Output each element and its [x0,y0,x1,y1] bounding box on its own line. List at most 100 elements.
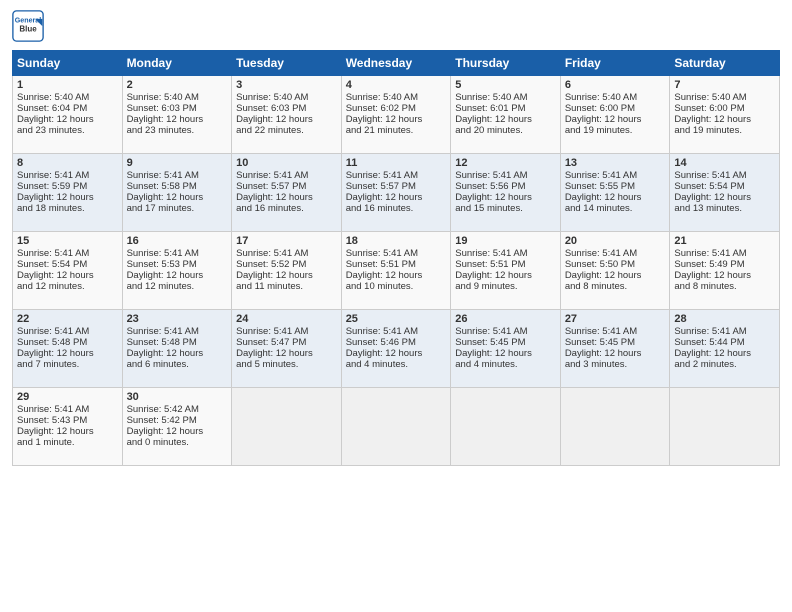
cell-line: Sunrise: 5:41 AM [17,170,118,181]
cell-line: Sunset: 5:55 PM [565,181,666,192]
day-number: 16 [127,235,228,247]
day-number: 6 [565,79,666,91]
calendar-cell: 11Sunrise: 5:41 AMSunset: 5:57 PMDayligh… [341,154,451,232]
cell-line: Sunset: 5:51 PM [346,259,447,270]
day-number: 29 [17,391,118,403]
calendar-body: 1Sunrise: 5:40 AMSunset: 6:04 PMDaylight… [13,76,780,466]
cell-line: Sunrise: 5:40 AM [674,92,775,103]
cell-line: Sunset: 5:56 PM [455,181,556,192]
logo-icon: General Blue [12,10,44,42]
cell-line: Sunset: 5:48 PM [127,337,228,348]
cell-line: Sunset: 6:04 PM [17,103,118,114]
cell-line: and 16 minutes. [346,203,447,214]
day-number: 24 [236,313,337,325]
cell-line: Sunrise: 5:40 AM [236,92,337,103]
cell-line: Daylight: 12 hours [127,426,228,437]
cell-line: Sunset: 5:53 PM [127,259,228,270]
cell-line: Sunrise: 5:41 AM [236,248,337,259]
day-number: 25 [346,313,447,325]
calendar-cell: 7Sunrise: 5:40 AMSunset: 6:00 PMDaylight… [670,76,780,154]
cell-line: Daylight: 12 hours [127,270,228,281]
cell-line: Sunset: 5:59 PM [17,181,118,192]
cell-line: Sunrise: 5:41 AM [565,248,666,259]
svg-text:Blue: Blue [19,24,37,33]
cell-line: and 7 minutes. [17,359,118,370]
cell-line: Daylight: 12 hours [17,270,118,281]
cell-line: Daylight: 12 hours [674,348,775,359]
day-number: 15 [17,235,118,247]
dow-header-sunday: Sunday [13,51,123,76]
cell-line: and 19 minutes. [674,125,775,136]
calendar-cell: 18Sunrise: 5:41 AMSunset: 5:51 PMDayligh… [341,232,451,310]
calendar-cell: 22Sunrise: 5:41 AMSunset: 5:48 PMDayligh… [13,310,123,388]
cell-line: Sunrise: 5:41 AM [17,326,118,337]
day-number: 18 [346,235,447,247]
calendar-cell: 6Sunrise: 5:40 AMSunset: 6:00 PMDaylight… [560,76,670,154]
cell-line: Daylight: 12 hours [674,114,775,125]
day-number: 9 [127,157,228,169]
cell-line: Daylight: 12 hours [346,114,447,125]
cell-line: Daylight: 12 hours [236,114,337,125]
cell-line: Sunset: 5:54 PM [674,181,775,192]
calendar-cell: 14Sunrise: 5:41 AMSunset: 5:54 PMDayligh… [670,154,780,232]
day-number: 30 [127,391,228,403]
cell-line: Sunrise: 5:41 AM [455,248,556,259]
calendar-cell: 19Sunrise: 5:41 AMSunset: 5:51 PMDayligh… [451,232,561,310]
cell-line: and 12 minutes. [127,281,228,292]
dow-header-monday: Monday [122,51,232,76]
cell-line: and 8 minutes. [565,281,666,292]
cell-line: Sunrise: 5:40 AM [455,92,556,103]
cell-line: Sunrise: 5:41 AM [127,326,228,337]
day-number: 17 [236,235,337,247]
cell-line: and 1 minute. [17,437,118,448]
cell-line: Sunrise: 5:41 AM [17,248,118,259]
cell-line: and 6 minutes. [127,359,228,370]
cell-line: Daylight: 12 hours [565,114,666,125]
cell-line: Daylight: 12 hours [565,192,666,203]
calendar-cell: 13Sunrise: 5:41 AMSunset: 5:55 PMDayligh… [560,154,670,232]
cell-line: and 23 minutes. [127,125,228,136]
cell-line: Sunset: 5:47 PM [236,337,337,348]
cell-line: Sunrise: 5:41 AM [127,248,228,259]
calendar-week-3: 15Sunrise: 5:41 AMSunset: 5:54 PMDayligh… [13,232,780,310]
dow-header-wednesday: Wednesday [341,51,451,76]
day-number: 3 [236,79,337,91]
calendar-week-1: 1Sunrise: 5:40 AMSunset: 6:04 PMDaylight… [13,76,780,154]
cell-line: Sunset: 5:48 PM [17,337,118,348]
calendar-cell: 4Sunrise: 5:40 AMSunset: 6:02 PMDaylight… [341,76,451,154]
cell-line: Sunset: 5:58 PM [127,181,228,192]
cell-line: Sunrise: 5:41 AM [674,248,775,259]
cell-line: Sunrise: 5:41 AM [455,170,556,181]
day-number: 28 [674,313,775,325]
cell-line: Sunset: 5:44 PM [674,337,775,348]
cell-line: Daylight: 12 hours [346,348,447,359]
calendar-cell: 28Sunrise: 5:41 AMSunset: 5:44 PMDayligh… [670,310,780,388]
calendar-cell: 10Sunrise: 5:41 AMSunset: 5:57 PMDayligh… [232,154,342,232]
cell-line: and 8 minutes. [674,281,775,292]
cell-line: Sunset: 6:01 PM [455,103,556,114]
cell-line: and 12 minutes. [17,281,118,292]
dow-header-tuesday: Tuesday [232,51,342,76]
cell-line: Daylight: 12 hours [127,192,228,203]
cell-line: Sunrise: 5:41 AM [346,248,447,259]
cell-line: Sunrise: 5:42 AM [127,404,228,415]
day-number: 13 [565,157,666,169]
cell-line: Sunrise: 5:40 AM [17,92,118,103]
cell-line: Sunset: 5:50 PM [565,259,666,270]
cell-line: Daylight: 12 hours [455,270,556,281]
cell-line: Daylight: 12 hours [565,270,666,281]
cell-line: and 10 minutes. [346,281,447,292]
cell-line: and 19 minutes. [565,125,666,136]
day-number: 22 [17,313,118,325]
cell-line: Daylight: 12 hours [455,192,556,203]
cell-line: Daylight: 12 hours [455,114,556,125]
cell-line: Daylight: 12 hours [236,270,337,281]
day-number: 5 [455,79,556,91]
calendar-cell: 24Sunrise: 5:41 AMSunset: 5:47 PMDayligh… [232,310,342,388]
cell-line: Daylight: 12 hours [17,192,118,203]
cell-line: Sunrise: 5:41 AM [674,170,775,181]
cell-line: Daylight: 12 hours [17,348,118,359]
cell-line: and 4 minutes. [346,359,447,370]
calendar-cell: 27Sunrise: 5:41 AMSunset: 5:45 PMDayligh… [560,310,670,388]
calendar-week-2: 8Sunrise: 5:41 AMSunset: 5:59 PMDaylight… [13,154,780,232]
